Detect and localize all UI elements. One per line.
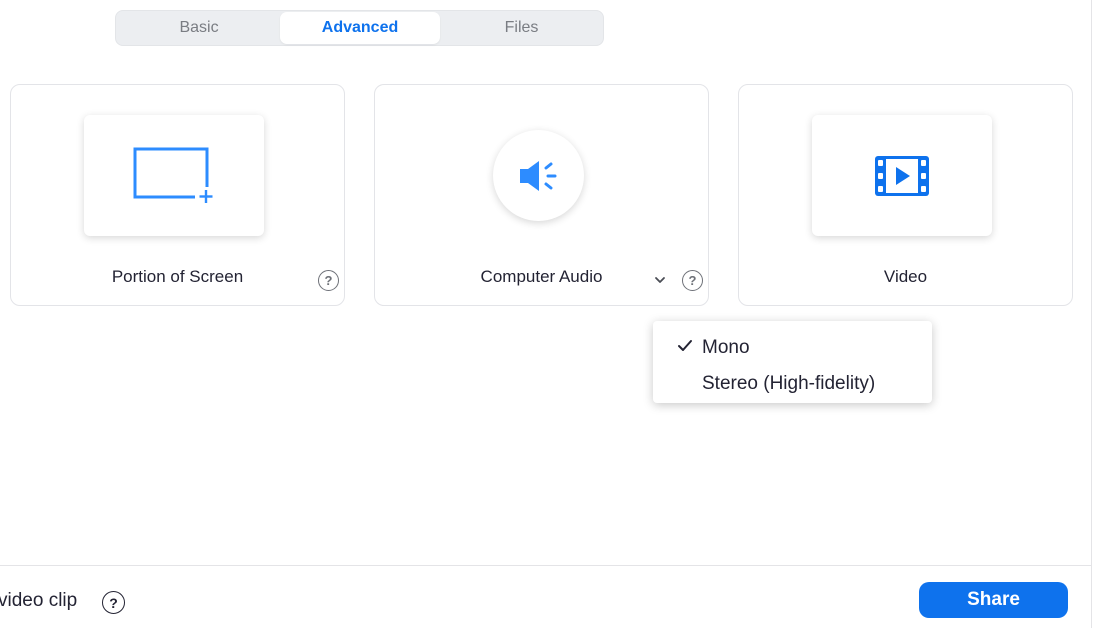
dropdown-option-mono[interactable]: Mono	[653, 330, 932, 366]
card-portion-of-screen[interactable]: Portion of Screen ?	[10, 84, 345, 306]
option-label: Stereo (High-fidelity)	[702, 373, 876, 394]
speaker-icon	[519, 160, 556, 191]
card-video[interactable]: Video	[738, 84, 1073, 306]
chevron-down-icon[interactable]	[652, 271, 668, 289]
tab-files[interactable]: Files	[440, 12, 603, 44]
tab-basic[interactable]: Basic	[118, 12, 280, 44]
dropdown-option-stereo[interactable]: Stereo (High-fidelity)	[653, 366, 932, 402]
card-computer-audio[interactable]: Computer Audio ?	[374, 84, 709, 306]
card-label: Video	[883, 267, 928, 286]
portion-of-screen-thumbnail	[84, 115, 264, 236]
checkmark-icon	[678, 340, 692, 351]
audio-mode-dropdown: Mono Stereo (High-fidelity)	[653, 321, 932, 403]
tab-bar: Basic Advanced Files	[115, 10, 604, 46]
tab-advanced[interactable]: Advanced	[280, 12, 440, 44]
help-icon[interactable]: ?	[682, 270, 703, 291]
option-label: Mono	[702, 337, 750, 358]
share-screen-window: Basic Advanced Files Portion of Screen ?	[0, 0, 1093, 628]
video-film-icon	[875, 155, 929, 196]
video-clip-option-label: video clip	[0, 590, 78, 611]
video-thumbnail	[812, 115, 992, 236]
computer-audio-thumbnail	[493, 130, 584, 221]
help-icon[interactable]: ?	[318, 270, 339, 291]
footer-divider	[0, 565, 1091, 566]
card-label: Portion of Screen	[111, 267, 244, 286]
screen-portion-icon	[133, 147, 213, 203]
help-icon[interactable]: ?	[102, 591, 125, 614]
share-button[interactable]: Share	[919, 582, 1068, 618]
